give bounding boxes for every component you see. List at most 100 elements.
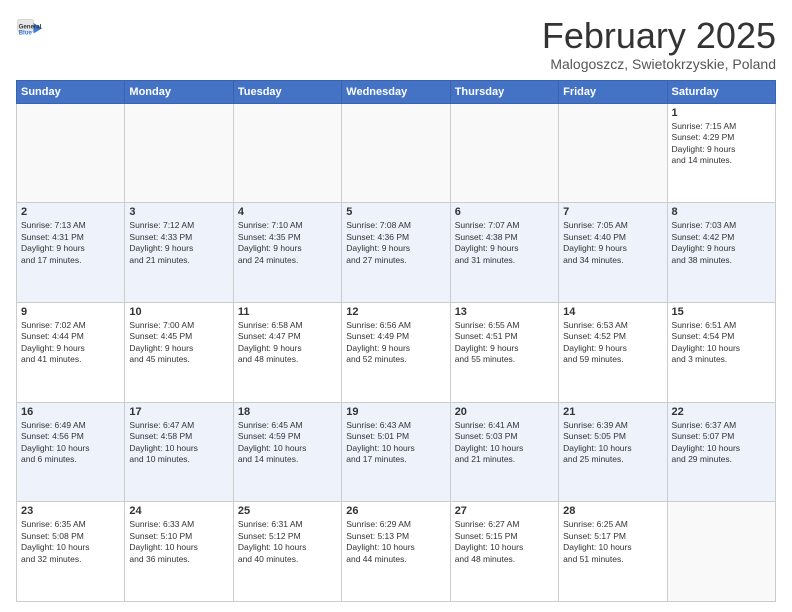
day-number: 1 [672,107,771,119]
calendar-table: Sunday Monday Tuesday Wednesday Thursday… [16,80,776,602]
page: General Blue February 2025 Malogoszcz, S… [0,0,792,612]
table-row: 10 Sunrise: 7:00 AM Sunset: 4:45 PM Dayli… [125,302,233,402]
day-number: 2 [21,206,120,218]
day-number: 10 [129,306,228,318]
day-number: 18 [238,406,337,418]
day-number: 25 [238,505,337,517]
day-number: 15 [672,306,771,318]
day-info: Sunrise: 6:39 AM Sunset: 5:05 PM Dayligh… [563,420,662,466]
calendar-week-row: 16 Sunrise: 6:49 AM Sunset: 4:56 PM Dayli… [17,402,776,502]
day-number: 19 [346,406,445,418]
calendar-header-row: Sunday Monday Tuesday Wednesday Thursday… [17,80,776,103]
col-friday: Friday [559,80,667,103]
day-info: Sunrise: 6:29 AM Sunset: 5:13 PM Dayligh… [346,519,445,565]
table-row: 3Sunrise: 7:12 AM Sunset: 4:33 PM Daylig… [125,203,233,303]
day-number: 9 [21,306,120,318]
day-info: Sunrise: 6:41 AM Sunset: 5:03 PM Dayligh… [455,420,554,466]
col-thursday: Thursday [450,80,558,103]
table-row [559,103,667,203]
table-row: 20 Sunrise: 6:41 AM Sunset: 5:03 PM Dayli… [450,402,558,502]
day-info: Sunrise: 6:27 AM Sunset: 5:15 PM Dayligh… [455,519,554,565]
day-info: Sunrise: 6:45 AM Sunset: 4:59 PM Dayligh… [238,420,337,466]
table-row [233,103,341,203]
day-number: 11 [238,306,337,318]
day-info: Sunrise: 6:47 AM Sunset: 4:58 PM Dayligh… [129,420,228,466]
day-info: Sunrise: 7:00 AM Sunset: 4:45 PM Dayligh… [129,320,228,366]
col-saturday: Saturday [667,80,775,103]
day-info: Sunrise: 7:13 AM Sunset: 4:31 PM Dayligh… [21,220,120,266]
location: Malogoszcz, Swietokrzyskie, Poland [542,56,776,72]
table-row: 14Sunrise: 6:53 AM Sunset: 4:52 PM Dayli… [559,302,667,402]
day-info: Sunrise: 6:55 AM Sunset: 4:51 PM Dayligh… [455,320,554,366]
table-row [17,103,125,203]
table-row: 24 Sunrise: 6:33 AM Sunset: 5:10 PM Dayli… [125,502,233,602]
table-row: 11 Sunrise: 6:58 AM Sunset: 4:47 PM Dayli… [233,302,341,402]
col-wednesday: Wednesday [342,80,450,103]
table-row: 22 Sunrise: 6:37 AM Sunset: 5:07 PM Dayli… [667,402,775,502]
day-number: 7 [563,206,662,218]
table-row: 28 Sunrise: 6:25 AM Sunset: 5:17 PM Dayli… [559,502,667,602]
day-info: Sunrise: 6:25 AM Sunset: 5:17 PM Dayligh… [563,519,662,565]
table-row: 4 Sunrise: 7:10 AM Sunset: 4:35 PM Daylig… [233,203,341,303]
table-row: 16 Sunrise: 6:49 AM Sunset: 4:56 PM Dayli… [17,402,125,502]
day-number: 13 [455,306,554,318]
day-info: Sunrise: 7:07 AM Sunset: 4:38 PM Dayligh… [455,220,554,266]
table-row: 25 Sunrise: 6:31 AM Sunset: 5:12 PM Dayli… [233,502,341,602]
day-number: 28 [563,505,662,517]
calendar-week-row: 9 Sunrise: 7:02 AM Sunset: 4:44 PM Daylig… [17,302,776,402]
day-info: Sunrise: 7:05 AM Sunset: 4:40 PM Dayligh… [563,220,662,266]
table-row: 8 Sunrise: 7:03 AM Sunset: 4:42 PM Daylig… [667,203,775,303]
calendar-week-row: 2 Sunrise: 7:13 AM Sunset: 4:31 PM Daylig… [17,203,776,303]
day-number: 8 [672,206,771,218]
table-row [342,103,450,203]
day-info: Sunrise: 6:56 AM Sunset: 4:49 PM Dayligh… [346,320,445,366]
table-row: 12Sunrise: 6:56 AM Sunset: 4:49 PM Dayli… [342,302,450,402]
calendar-week-row: 23Sunrise: 6:35 AM Sunset: 5:08 PM Dayli… [17,502,776,602]
day-info: Sunrise: 6:35 AM Sunset: 5:08 PM Dayligh… [21,519,120,565]
table-row: 6 Sunrise: 7:07 AM Sunset: 4:38 PM Daylig… [450,203,558,303]
header: General Blue February 2025 Malogoszcz, S… [16,16,776,72]
day-number: 3 [129,206,228,218]
day-number: 27 [455,505,554,517]
table-row: 21 Sunrise: 6:39 AM Sunset: 5:05 PM Dayli… [559,402,667,502]
table-row: 23Sunrise: 6:35 AM Sunset: 5:08 PM Dayli… [17,502,125,602]
day-number: 6 [455,206,554,218]
day-info: Sunrise: 6:58 AM Sunset: 4:47 PM Dayligh… [238,320,337,366]
day-number: 5 [346,206,445,218]
day-number: 16 [21,406,120,418]
svg-text:Blue: Blue [19,29,33,36]
col-tuesday: Tuesday [233,80,341,103]
day-number: 4 [238,206,337,218]
day-number: 14 [563,306,662,318]
day-info: Sunrise: 6:31 AM Sunset: 5:12 PM Dayligh… [238,519,337,565]
calendar-week-row: 1 Sunrise: 7:15 AM Sunset: 4:29 PM Daylig… [17,103,776,203]
table-row: 26 Sunrise: 6:29 AM Sunset: 5:13 PM Dayli… [342,502,450,602]
day-number: 21 [563,406,662,418]
day-info: Sunrise: 7:10 AM Sunset: 4:35 PM Dayligh… [238,220,337,266]
day-number: 26 [346,505,445,517]
day-number: 20 [455,406,554,418]
table-row: 1 Sunrise: 7:15 AM Sunset: 4:29 PM Daylig… [667,103,775,203]
table-row: 2 Sunrise: 7:13 AM Sunset: 4:31 PM Daylig… [17,203,125,303]
table-row: 13 Sunrise: 6:55 AM Sunset: 4:51 PM Dayli… [450,302,558,402]
table-row: 7 Sunrise: 7:05 AM Sunset: 4:40 PM Daylig… [559,203,667,303]
day-info: Sunrise: 7:03 AM Sunset: 4:42 PM Dayligh… [672,220,771,266]
day-info: Sunrise: 6:33 AM Sunset: 5:10 PM Dayligh… [129,519,228,565]
day-info: Sunrise: 7:15 AM Sunset: 4:29 PM Dayligh… [672,121,771,167]
month-title: February 2025 [542,16,776,56]
logo: General Blue [16,16,44,44]
day-info: Sunrise: 7:08 AM Sunset: 4:36 PM Dayligh… [346,220,445,266]
logo-icon: General Blue [16,16,44,44]
day-number: 22 [672,406,771,418]
col-monday: Monday [125,80,233,103]
table-row: 18 Sunrise: 6:45 AM Sunset: 4:59 PM Dayli… [233,402,341,502]
day-info: Sunrise: 6:49 AM Sunset: 4:56 PM Dayligh… [21,420,120,466]
day-info: Sunrise: 6:37 AM Sunset: 5:07 PM Dayligh… [672,420,771,466]
day-info: Sunrise: 7:02 AM Sunset: 4:44 PM Dayligh… [21,320,120,366]
day-number: 24 [129,505,228,517]
day-info: Sunrise: 6:43 AM Sunset: 5:01 PM Dayligh… [346,420,445,466]
table-row [667,502,775,602]
col-sunday: Sunday [17,80,125,103]
table-row: 5 Sunrise: 7:08 AM Sunset: 4:36 PM Daylig… [342,203,450,303]
table-row: 27 Sunrise: 6:27 AM Sunset: 5:15 PM Dayli… [450,502,558,602]
